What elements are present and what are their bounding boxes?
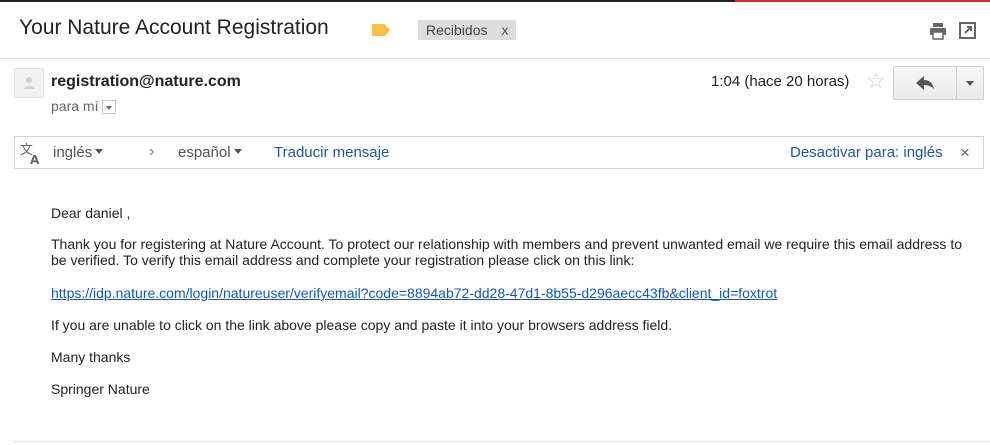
inbox-label-chip[interactable]: Recibidos x <box>418 20 517 40</box>
close-icon[interactable]: × <box>960 143 970 163</box>
star-icon[interactable]: ☆ <box>866 70 886 92</box>
target-language-label: español <box>178 144 231 161</box>
email-subject: Your Nature Account Registration <box>19 16 329 39</box>
label-tag-icon[interactable] <box>372 24 390 36</box>
footer-divider <box>14 441 990 442</box>
language-arrow-icon: › <box>149 143 155 160</box>
recipient-text: para mí <box>51 98 99 114</box>
avatar-person-icon <box>23 77 35 89</box>
translate-icon: 文 A <box>20 143 40 165</box>
email-greeting: Dear daniel , <box>51 205 131 221</box>
source-language-caret-icon <box>95 149 104 154</box>
email-fallback-text: If you are unable to click on the link a… <box>51 317 673 333</box>
verification-link[interactable]: https://idp.nature.com/login/natureuser/… <box>51 285 966 301</box>
source-language-label: inglés <box>53 144 93 161</box>
avatar <box>14 68 44 98</box>
new-window-icon[interactable] <box>959 22 976 39</box>
email-paragraph: Thank you for registering at Nature Acco… <box>51 236 962 268</box>
target-language-caret-icon <box>233 149 242 154</box>
svg-text:A: A <box>30 153 40 165</box>
chevron-down-icon[interactable] <box>957 67 983 99</box>
reply-icon <box>916 76 934 90</box>
disable-translation-link[interactable]: Desactivar para: inglés <box>790 144 943 161</box>
top-accent <box>735 0 990 2</box>
inbox-label-text: Recibidos <box>426 22 488 38</box>
recipient-line: para mí <box>51 98 117 114</box>
remove-label-button[interactable]: x <box>501 22 508 38</box>
reply-button-group <box>893 66 984 100</box>
show-details-button[interactable] <box>102 100 117 114</box>
email-thanks: Many thanks <box>51 349 131 365</box>
reply-button[interactable] <box>894 67 956 99</box>
sender-address[interactable]: registration@nature.com <box>51 73 241 91</box>
target-language-select[interactable]: español <box>178 144 242 161</box>
header-divider <box>0 58 990 59</box>
email-signature: Springer Nature <box>51 381 150 397</box>
translate-message-link[interactable]: Traducir mensaje <box>274 144 389 161</box>
print-icon[interactable] <box>929 22 947 40</box>
source-language-select[interactable]: inglés <box>53 144 104 161</box>
email-date: 1:04 (hace 20 horas) <box>711 73 850 90</box>
translate-bar: 文 A inglés › español Traducir mensaje De… <box>14 136 984 169</box>
